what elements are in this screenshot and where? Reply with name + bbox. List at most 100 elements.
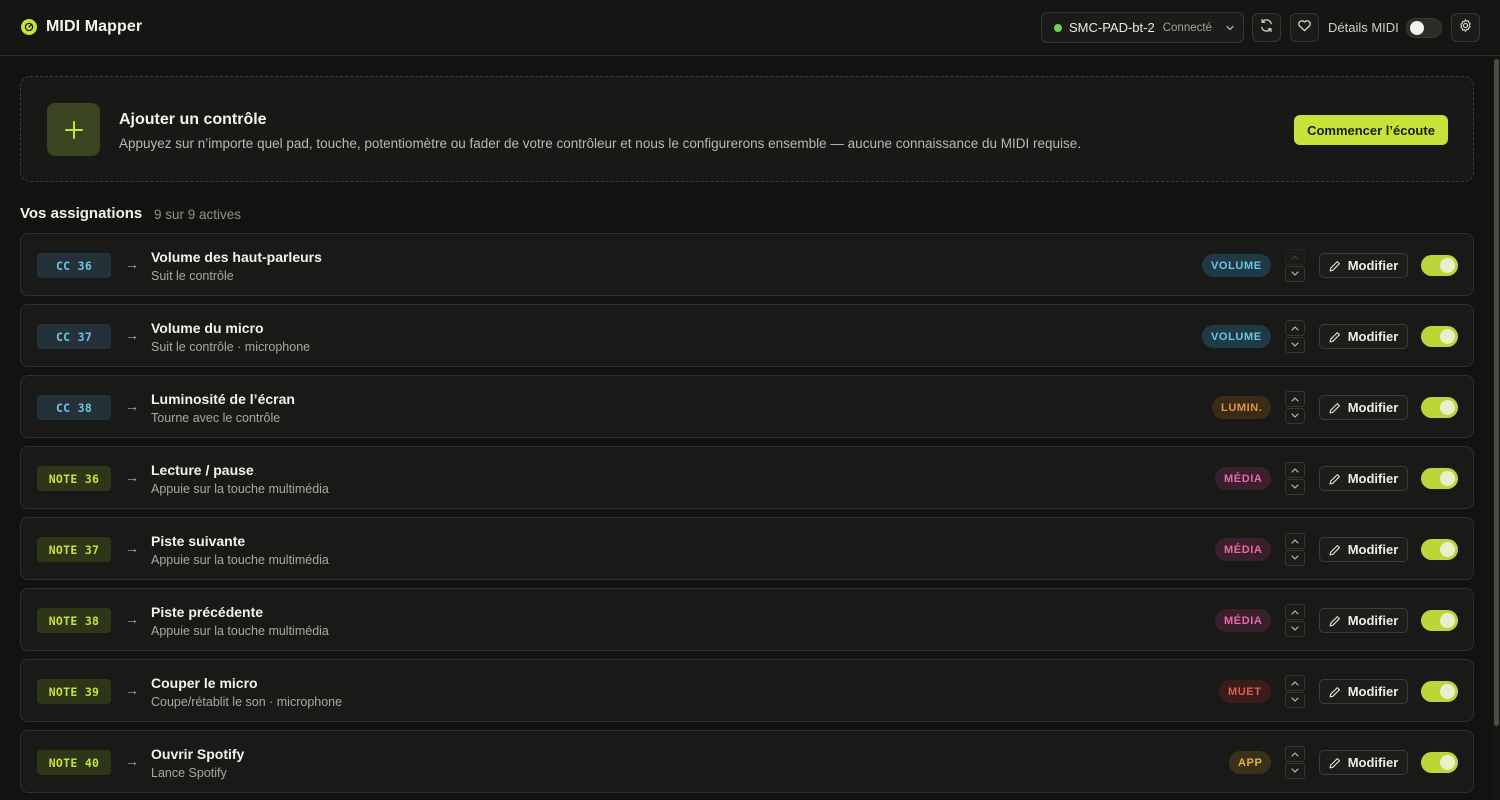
pencil-icon bbox=[1329, 615, 1340, 626]
settings-button[interactable] bbox=[1451, 13, 1480, 42]
gauge-logo-icon bbox=[21, 19, 37, 35]
assignment-enabled-toggle[interactable] bbox=[1421, 397, 1458, 418]
assignment-title: Ouvrir Spotify bbox=[151, 746, 245, 762]
brand: MIDI Mapper bbox=[21, 18, 142, 36]
reorder-controls bbox=[1285, 746, 1305, 779]
move-down-button[interactable] bbox=[1285, 408, 1305, 424]
device-selector[interactable]: SMC-PAD-bt-2 Connecté bbox=[1041, 12, 1244, 43]
heart-icon bbox=[1297, 18, 1312, 38]
favorite-button[interactable] bbox=[1290, 13, 1319, 42]
reorder-controls bbox=[1285, 675, 1305, 708]
edit-button[interactable]: Modifier bbox=[1319, 324, 1408, 349]
trigger-chip: NOTE 36 bbox=[37, 466, 111, 491]
reorder-controls bbox=[1285, 249, 1305, 282]
app-title: MIDI Mapper bbox=[46, 18, 143, 35]
move-down-button[interactable] bbox=[1285, 692, 1305, 708]
pencil-icon bbox=[1329, 757, 1340, 768]
chevron-up-icon bbox=[1291, 752, 1299, 757]
assignments-title: Vos assignations bbox=[20, 205, 143, 222]
chevron-up-icon bbox=[1291, 397, 1299, 402]
edit-button-label: Modifier bbox=[1347, 542, 1399, 557]
move-down-button[interactable] bbox=[1285, 621, 1305, 637]
trigger-chip: CC 37 bbox=[37, 324, 111, 349]
chevron-down-icon bbox=[1291, 413, 1299, 418]
edit-button[interactable]: Modifier bbox=[1319, 608, 1408, 633]
scrollbar-thumb[interactable] bbox=[1494, 59, 1499, 726]
device-status: Connecté bbox=[1162, 21, 1212, 34]
edit-button[interactable]: Modifier bbox=[1319, 679, 1408, 704]
assignment-row: NOTE 38 → Piste précédente Appuie sur la to… bbox=[20, 588, 1474, 651]
edit-button[interactable]: Modifier bbox=[1319, 537, 1408, 562]
category-badge: VOLUME bbox=[1202, 325, 1271, 348]
refresh-icon bbox=[1259, 18, 1274, 38]
start-listening-button[interactable]: Commencer l’écoute bbox=[1294, 115, 1448, 145]
move-down-button[interactable] bbox=[1285, 550, 1305, 566]
reorder-controls bbox=[1285, 320, 1305, 353]
move-up-button[interactable] bbox=[1285, 320, 1305, 336]
chevron-up-icon bbox=[1291, 681, 1299, 686]
assignment-enabled-toggle[interactable] bbox=[1421, 752, 1458, 773]
assignment-enabled-toggle[interactable] bbox=[1421, 468, 1458, 489]
chevron-down-icon bbox=[1225, 23, 1235, 33]
chevron-down-icon bbox=[1291, 697, 1299, 702]
arrow-right-icon: → bbox=[125, 682, 139, 698]
category-badge: MUET bbox=[1219, 680, 1271, 703]
pencil-icon bbox=[1329, 260, 1340, 271]
connection-status-dot bbox=[1054, 23, 1062, 32]
assignment-subtitle: Appuie sur la touche multimédia bbox=[151, 624, 329, 638]
pencil-icon bbox=[1329, 473, 1340, 484]
assignment-subtitle: Suit le contrôle · microphone bbox=[151, 340, 311, 354]
category-badge: MÉDIA bbox=[1215, 538, 1272, 561]
add-control-panel: Ajouter un contrôle Appuyez sur n’import… bbox=[20, 76, 1474, 182]
reorder-controls bbox=[1285, 462, 1305, 495]
chevron-up-icon bbox=[1291, 539, 1299, 544]
trigger-chip: NOTE 38 bbox=[37, 608, 111, 633]
assignment-enabled-toggle[interactable] bbox=[1421, 610, 1458, 631]
edit-button-label: Modifier bbox=[1347, 471, 1399, 486]
assignment-row: CC 36 → Volume des haut-parleurs Suit le co… bbox=[20, 233, 1474, 296]
move-down-button[interactable] bbox=[1285, 337, 1305, 353]
assignment-row: CC 38 → Luminosité de l’écran Tourne avec l… bbox=[20, 375, 1474, 438]
move-down-button[interactable] bbox=[1285, 266, 1305, 282]
category-badge: VOLUME bbox=[1202, 254, 1271, 277]
pencil-icon bbox=[1329, 686, 1340, 697]
move-up-button[interactable] bbox=[1285, 675, 1305, 691]
trigger-chip: NOTE 37 bbox=[37, 537, 111, 562]
refresh-button[interactable] bbox=[1252, 13, 1281, 42]
chevron-down-icon bbox=[1291, 271, 1299, 276]
midi-details-toggle[interactable] bbox=[1406, 18, 1442, 38]
midi-details-label: Détails MIDI bbox=[1328, 20, 1399, 35]
assignment-row: NOTE 36 → Lecture / pause Appuie sur la tou… bbox=[20, 446, 1474, 509]
pencil-icon bbox=[1329, 544, 1340, 555]
edit-button-label: Modifier bbox=[1347, 329, 1399, 344]
assignment-title: Luminosité de l’écran bbox=[151, 391, 295, 407]
assignment-title: Piste précédente bbox=[151, 604, 264, 620]
trigger-chip: NOTE 40 bbox=[37, 750, 111, 775]
assignment-title: Couper le micro bbox=[151, 675, 258, 691]
edit-button[interactable]: Modifier bbox=[1319, 253, 1408, 278]
edit-button[interactable]: Modifier bbox=[1319, 395, 1408, 420]
assignment-subtitle: Coupe/rétablit le son · microphone bbox=[151, 695, 343, 709]
move-up-button[interactable] bbox=[1285, 533, 1305, 549]
reorder-controls bbox=[1285, 391, 1305, 424]
assignment-enabled-toggle[interactable] bbox=[1421, 539, 1458, 560]
chevron-down-icon bbox=[1291, 626, 1299, 631]
move-down-button[interactable] bbox=[1285, 479, 1305, 495]
assignment-subtitle: Tourne avec le contrôle bbox=[151, 411, 281, 425]
assignment-title: Lecture / pause bbox=[151, 462, 254, 478]
edit-button[interactable]: Modifier bbox=[1319, 466, 1408, 491]
edit-button-label: Modifier bbox=[1347, 684, 1399, 699]
assignment-enabled-toggle[interactable] bbox=[1421, 326, 1458, 347]
edit-button-label: Modifier bbox=[1347, 258, 1399, 273]
move-down-button[interactable] bbox=[1285, 763, 1305, 779]
move-up-button[interactable] bbox=[1285, 746, 1305, 762]
chevron-up-icon bbox=[1291, 326, 1299, 331]
move-up-button[interactable] bbox=[1285, 249, 1305, 265]
move-up-button[interactable] bbox=[1285, 604, 1305, 620]
assignment-enabled-toggle[interactable] bbox=[1421, 255, 1458, 276]
edit-button[interactable]: Modifier bbox=[1319, 750, 1408, 775]
device-name: SMC-PAD-bt-2 bbox=[1069, 20, 1155, 35]
move-up-button[interactable] bbox=[1285, 391, 1305, 407]
move-up-button[interactable] bbox=[1285, 462, 1305, 478]
assignment-enabled-toggle[interactable] bbox=[1421, 681, 1458, 702]
